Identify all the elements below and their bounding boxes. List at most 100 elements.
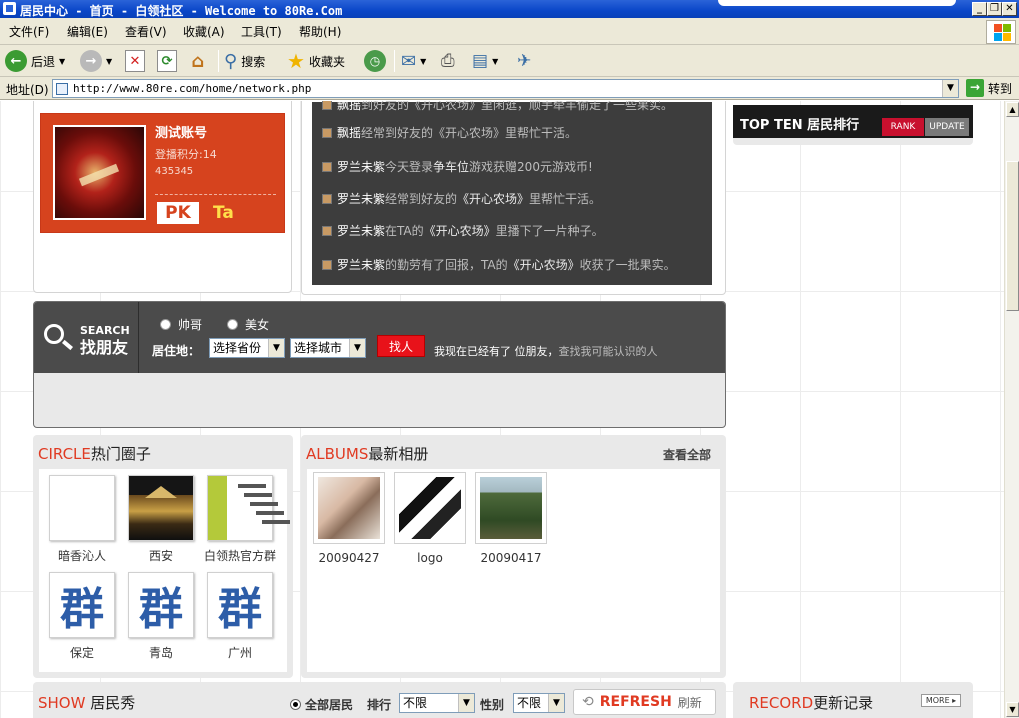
ta-label[interactable]: Ta bbox=[213, 202, 234, 224]
album-name[interactable]: 20090417 bbox=[471, 551, 551, 565]
feed-user-name[interactable]: 罗兰未紫 bbox=[337, 256, 385, 273]
album-thumbnail[interactable] bbox=[475, 472, 547, 544]
refresh-button[interactable]: ⟲ REFRESH 刷新 bbox=[573, 689, 716, 715]
user-avatar-icon[interactable] bbox=[322, 161, 332, 172]
page-viewport: 测试账号 登播积分:14 435345 PK Ta 飘摇 到好友的《开心农场》里闲… bbox=[0, 101, 1004, 718]
city-select[interactable]: 选择城市 ▼ bbox=[290, 338, 366, 358]
province-select[interactable]: 选择省份 ▼ bbox=[209, 338, 285, 358]
residence-label: 居住地： bbox=[152, 344, 201, 358]
circle-thumbnail[interactable]: 群 bbox=[49, 572, 115, 638]
menu-tools[interactable]: 工具(T) bbox=[241, 23, 282, 40]
province-value: 选择省份 bbox=[213, 341, 262, 355]
stop-button[interactable]: ✕ bbox=[125, 48, 145, 74]
user-avatar-icon[interactable] bbox=[322, 127, 332, 138]
avatar[interactable] bbox=[53, 125, 146, 220]
tab-update[interactable]: UPDATE bbox=[925, 118, 969, 136]
toolbar: ← 后退 ▼ → ▼ ✕ ⟳ ⌂ ⚲ 搜索 ★ 收藏夹 ◷ ✉ ▼ ⎙ ▤ ▼ … bbox=[0, 45, 1019, 77]
refresh-icon: ⟲ bbox=[582, 694, 594, 710]
minimize-icon[interactable]: _ bbox=[972, 2, 987, 16]
radio-male[interactable]: 帅哥 bbox=[160, 316, 202, 333]
messenger-button[interactable]: ✈ bbox=[517, 48, 531, 74]
forward-button[interactable]: → ▼ bbox=[80, 48, 112, 74]
user-avatar-icon[interactable] bbox=[322, 259, 332, 270]
circle-heading: CIRCLE热门圈子 bbox=[38, 443, 151, 464]
more-button[interactable]: MORE ▸ bbox=[921, 694, 961, 707]
print-button[interactable]: ⎙ bbox=[441, 48, 455, 74]
radio-male-circle[interactable] bbox=[160, 319, 171, 330]
pk-button[interactable]: PK bbox=[157, 202, 199, 224]
feed-text: 的勤劳有了回报，TA的《开心农场》收获了一批果实。 bbox=[385, 256, 676, 273]
qun-icon: 群 bbox=[218, 584, 262, 635]
history-button[interactable]: ◷ bbox=[364, 48, 386, 74]
menu-file[interactable]: 文件(F) bbox=[9, 23, 49, 40]
feed-user-name[interactable]: 罗兰未紫 bbox=[337, 222, 385, 239]
qun-icon: 群 bbox=[60, 584, 104, 635]
menu-help[interactable]: 帮助(H) bbox=[299, 23, 341, 40]
address-url[interactable]: http://www.80re.com/home/network.php bbox=[73, 82, 311, 95]
user-avatar-icon[interactable] bbox=[322, 225, 332, 236]
album-thumbnail[interactable] bbox=[394, 472, 466, 544]
top-ten-header: TOP TEN 居民排行 RANK UPDATE bbox=[733, 105, 973, 138]
scroll-thumb[interactable] bbox=[1006, 161, 1019, 311]
feed-user-name[interactable]: 飘摇 bbox=[337, 101, 361, 113]
profile-card: 测试账号 登播积分:14 435345 PK Ta bbox=[40, 113, 285, 233]
radio-female-circle[interactable] bbox=[227, 319, 238, 330]
top-ten-title: TOP TEN 居民排行 bbox=[740, 118, 860, 133]
circle-thumbnail[interactable] bbox=[128, 475, 194, 541]
circle-thumbnail[interactable]: 群 bbox=[207, 572, 273, 638]
home-button[interactable]: ⌂ bbox=[188, 48, 208, 74]
gender-select[interactable]: 不限 ▼ bbox=[513, 693, 565, 713]
radio-all-residents[interactable]: 全部居民 bbox=[290, 696, 353, 713]
menu-view[interactable]: 查看(V) bbox=[125, 23, 167, 40]
profile-number: 435345 bbox=[155, 166, 194, 177]
go-button[interactable]: → 转到 bbox=[966, 79, 1012, 97]
favorites-button[interactable]: ★ 收藏夹 bbox=[287, 48, 345, 74]
feed-user-name[interactable]: 罗兰未紫 bbox=[337, 190, 385, 207]
profile-name[interactable]: 测试账号 bbox=[155, 122, 207, 141]
circle-name[interactable]: 青岛 bbox=[116, 644, 206, 661]
circle-thumbnail[interactable] bbox=[49, 475, 115, 541]
radio-female[interactable]: 美女 bbox=[227, 316, 269, 333]
chevron-down-icon: ▼ bbox=[106, 56, 113, 66]
close-icon[interactable]: ✕ bbox=[1002, 2, 1017, 16]
refresh-button[interactable]: ⟳ bbox=[157, 48, 177, 74]
feed-user-name[interactable]: 罗兰未紫 bbox=[337, 158, 385, 175]
mail-button[interactable]: ✉ ▼ bbox=[401, 48, 426, 74]
circle-name[interactable]: 西安 bbox=[116, 547, 206, 564]
address-dropdown[interactable]: ▼ bbox=[942, 80, 958, 97]
album-name[interactable]: logo bbox=[390, 551, 470, 565]
view-all-link[interactable]: 查看全部 bbox=[663, 446, 711, 463]
circle-thumbnail[interactable] bbox=[207, 475, 290, 541]
find-known-link[interactable]: 查找我可能认识的人 bbox=[559, 345, 658, 358]
edit-button[interactable]: ▤ ▼ bbox=[472, 48, 498, 74]
search-button[interactable]: ⚲ 搜索 bbox=[224, 48, 265, 74]
circle-name[interactable]: 广州 bbox=[195, 644, 285, 661]
address-input[interactable]: http://www.80re.com/home/network.php ▼ bbox=[52, 79, 959, 98]
circle-name[interactable]: 白领热官方群 bbox=[195, 547, 285, 564]
scroll-down-icon[interactable]: ▼ bbox=[1006, 702, 1019, 717]
album-name[interactable]: 20090427 bbox=[309, 551, 389, 565]
user-avatar-icon[interactable] bbox=[322, 101, 332, 110]
circle-thumbnail[interactable]: 群 bbox=[128, 572, 194, 638]
radio-all-circle[interactable] bbox=[290, 699, 301, 710]
restore-icon[interactable]: ❐ bbox=[987, 2, 1002, 16]
feed-link[interactable]: 《开心农场》 bbox=[508, 258, 580, 272]
menu-favorites[interactable]: 收藏(A) bbox=[183, 23, 225, 40]
vertical-scrollbar[interactable]: ▲ ▼ bbox=[1004, 101, 1019, 718]
user-avatar-icon[interactable] bbox=[322, 193, 332, 204]
find-button[interactable]: 找人 bbox=[377, 335, 425, 357]
menu-edit[interactable]: 编辑(E) bbox=[67, 23, 108, 40]
feed-text: 经常到好友的《开心农场》里帮忙干活。 bbox=[361, 124, 577, 141]
back-button[interactable]: ← 后退 ▼ bbox=[5, 48, 65, 74]
scroll-up-icon[interactable]: ▲ bbox=[1006, 102, 1019, 117]
feed-user-name[interactable]: 飘摇 bbox=[337, 124, 361, 141]
album-thumbnail[interactable] bbox=[313, 472, 385, 544]
circle-name[interactable]: 保定 bbox=[37, 644, 127, 661]
tab-rank[interactable]: RANK bbox=[882, 118, 924, 136]
feed-link[interactable]: 争车位 bbox=[433, 160, 469, 174]
star-icon: ★ bbox=[287, 49, 305, 73]
circle-name[interactable]: 暗香沁人 bbox=[37, 547, 127, 564]
feed-link[interactable]: 《开心农场》 bbox=[424, 224, 496, 238]
rank-select[interactable]: 不限 ▼ bbox=[399, 693, 475, 713]
feed-link[interactable]: 《开心农场》 bbox=[457, 192, 529, 206]
